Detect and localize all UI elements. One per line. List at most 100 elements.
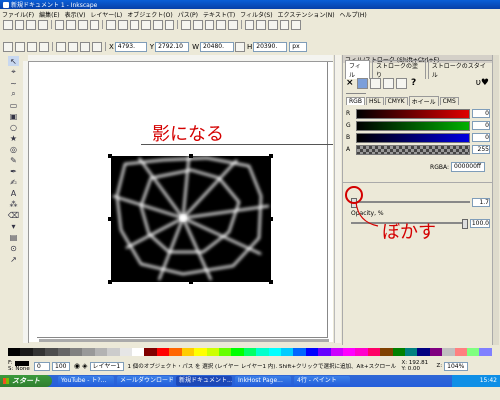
canvas[interactable]: 影になる <box>29 62 333 342</box>
palette-swatch[interactable] <box>429 348 443 356</box>
new-button[interactable] <box>3 19 13 30</box>
y-field[interactable]: 2792.10 <box>155 41 190 52</box>
clone-button[interactable] <box>192 19 203 30</box>
panel-tab[interactable]: ストロークのスタイル <box>427 59 493 79</box>
cut-button[interactable] <box>117 19 128 30</box>
menu-item[interactable]: レイヤー(L) <box>90 10 122 19</box>
layer-select[interactable]: レイヤー1 <box>89 361 124 371</box>
rotate-ccw-button[interactable] <box>3 41 13 52</box>
channel-slider[interactable] <box>356 132 470 143</box>
preferences-button[interactable] <box>291 19 301 30</box>
palette-swatch[interactable] <box>32 348 46 356</box>
color-mode-tab[interactable]: RGB <box>346 97 365 105</box>
ellipse-icon[interactable]: ○ <box>8 122 19 132</box>
raise-button[interactable] <box>56 41 66 52</box>
color-palette[interactable] <box>8 348 492 356</box>
menu-item[interactable]: テキスト(T) <box>203 10 235 19</box>
panel-tab[interactable]: フィル <box>345 59 371 79</box>
lower-button[interactable] <box>68 41 78 52</box>
selector-icon[interactable]: ↖ <box>8 56 19 66</box>
palette-swatch[interactable] <box>479 348 492 356</box>
web-artwork[interactable] <box>111 156 271 282</box>
tweak-icon[interactable]: ~ <box>8 78 19 88</box>
opacity-slider-thumb[interactable] <box>462 219 468 229</box>
channel-value[interactable]: 255 <box>472 145 490 154</box>
spray-icon[interactable]: ⁂ <box>8 199 19 209</box>
menu-item[interactable]: オブジェクト(O) <box>127 10 172 19</box>
selection-handle-tl[interactable] <box>108 154 112 158</box>
palette-swatch[interactable] <box>268 348 281 356</box>
gradient-icon[interactable]: ▤ <box>8 232 19 242</box>
zoom-icon[interactable]: ⌕ <box>8 89 19 99</box>
palette-swatch[interactable] <box>342 348 356 356</box>
taskbar-item[interactable]: メールダウンロード - 2007 <box>117 376 173 386</box>
spiral-icon[interactable]: ◎ <box>8 144 19 154</box>
palette-swatch[interactable] <box>119 348 133 356</box>
channel-slider[interactable] <box>356 108 470 119</box>
palette-swatch[interactable] <box>367 348 381 356</box>
selection-handle-mr[interactable] <box>269 217 273 221</box>
duplicate-button[interactable] <box>181 19 191 30</box>
selection-handle-ml[interactable] <box>108 217 112 221</box>
palette-swatch[interactable] <box>405 348 418 356</box>
palette-swatch[interactable] <box>256 348 269 356</box>
dropper-icon[interactable]: ⊙ <box>8 243 19 253</box>
palette-swatch[interactable] <box>218 348 232 356</box>
connector-icon[interactable]: ↗ <box>8 254 19 264</box>
zoom-sel-button[interactable] <box>141 19 151 30</box>
canvas-vscrollbar[interactable] <box>334 55 341 343</box>
unset-paint-icon[interactable]: ? <box>411 78 416 88</box>
copy-button[interactable] <box>106 19 116 30</box>
menu-item[interactable]: 表示(V) <box>65 10 86 19</box>
channel-slider[interactable] <box>356 144 470 155</box>
taskbar-item[interactable]: 新規ドキュメント... <box>176 376 232 386</box>
linear-gradient-button[interactable] <box>370 77 381 89</box>
palette-swatch[interactable] <box>467 348 480 356</box>
color-mode-tab[interactable]: ホイール <box>408 96 439 106</box>
import-button[interactable] <box>54 19 65 30</box>
taskbar-item[interactable]: 4行 - ペイント <box>294 376 350 386</box>
flip-h-button[interactable] <box>27 41 37 52</box>
opacity-spin[interactable]: 0 <box>34 361 50 371</box>
palette-swatch[interactable] <box>107 348 120 356</box>
layer-visibility-icon[interactable]: ◉ <box>74 362 80 370</box>
menu-item[interactable]: エクステンション(N) <box>278 10 335 19</box>
menu-item[interactable]: ヘルプ(H) <box>340 10 367 19</box>
palette-swatch[interactable] <box>417 348 430 356</box>
rgba-field[interactable]: 000000ff <box>451 162 485 172</box>
palette-swatch[interactable] <box>305 348 319 356</box>
color-mode-tab[interactable]: CMYK <box>384 97 408 105</box>
text-icon[interactable]: A <box>8 188 19 198</box>
top-button[interactable] <box>80 41 90 52</box>
selection-handle-tr[interactable] <box>269 154 273 158</box>
node-icon[interactable]: ⌖ <box>8 67 19 77</box>
xml-button[interactable] <box>279 19 290 30</box>
menu-item[interactable]: フィルタ(S) <box>240 10 272 19</box>
bucket-icon[interactable]: ▾ <box>8 221 19 231</box>
selection-handle-br[interactable] <box>269 280 273 284</box>
palette-swatch[interactable] <box>132 348 145 356</box>
redo-button[interactable] <box>89 19 100 30</box>
rotate-cw-button[interactable] <box>15 41 25 52</box>
pattern-button[interactable] <box>396 77 407 89</box>
fill-stroke-button[interactable] <box>244 19 255 30</box>
color-mode-tab[interactable]: CMS <box>439 97 459 105</box>
save-button[interactable] <box>26 19 37 30</box>
selection-handle-bl[interactable] <box>108 280 112 284</box>
start-button[interactable]: スタート <box>0 375 52 387</box>
palette-swatch[interactable] <box>330 348 343 356</box>
unit-select[interactable]: px <box>289 41 308 52</box>
channel-value[interactable]: 0 <box>472 121 490 130</box>
palette-swatch[interactable] <box>181 348 195 356</box>
menu-item[interactable]: ファイル(F) <box>2 10 34 19</box>
flat-color-button[interactable] <box>357 77 368 89</box>
zoom-page-button[interactable] <box>164 19 175 30</box>
palette-swatch[interactable] <box>380 348 393 356</box>
w-field[interactable]: 20480. <box>200 41 234 52</box>
star-icon[interactable]: ★ <box>8 133 19 143</box>
no-paint-icon[interactable]: × <box>346 78 356 88</box>
palette-swatch[interactable] <box>231 348 244 356</box>
dock-scrollbar[interactable] <box>492 55 499 345</box>
palette-swatch[interactable] <box>57 348 71 356</box>
panel-tab[interactable]: ストロークの塗り <box>372 59 426 79</box>
